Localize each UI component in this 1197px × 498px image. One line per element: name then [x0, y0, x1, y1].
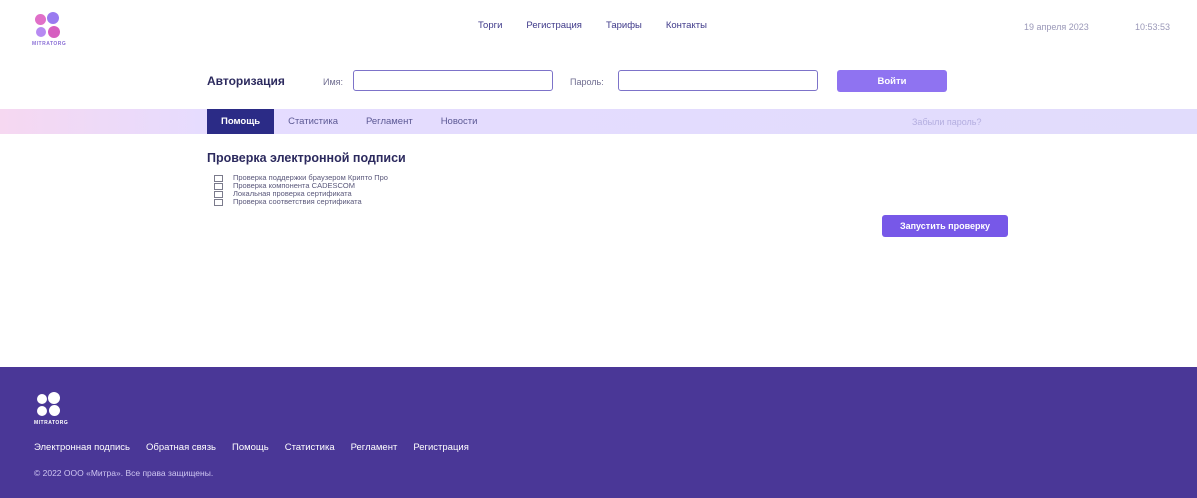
checkbox-cadescom[interactable] — [214, 182, 223, 190]
footer: MITRATORG Электронная подпись Обратная с… — [0, 367, 1197, 498]
name-label: Имя: — [323, 77, 344, 87]
auth-title: Авторизация — [207, 74, 285, 88]
auth-bar: Авторизация Имя: Пароль: Войти — [0, 68, 1197, 98]
nav-item-tariffs[interactable]: Тарифы — [606, 20, 642, 31]
menu-tabs: Помощь Статистика Регламент Новости — [207, 109, 491, 134]
page-title: Проверка электронной подписи — [207, 151, 406, 165]
footer-link-help[interactable]: Помощь — [232, 442, 269, 453]
run-check-button[interactable]: Запустить проверку — [882, 215, 1008, 237]
logo-mark-icon — [35, 14, 46, 25]
footer-logo-mark-icon — [37, 394, 47, 404]
nav-item-contacts[interactable]: Контакты — [666, 20, 707, 31]
footer-link-regulations[interactable]: Регламент — [351, 442, 398, 453]
password-label: Пароль: — [570, 77, 604, 87]
header: MITRATORG Торги Регистрация Тарифы Конта… — [0, 0, 1197, 58]
footer-link-e-signature[interactable]: Электронная подпись — [34, 442, 130, 453]
password-input[interactable] — [618, 70, 818, 91]
name-input[interactable] — [353, 70, 553, 91]
footer-link-feedback[interactable]: Обратная связь — [146, 442, 216, 453]
copyright: © 2022 ООО «Митра». Все права защищены. — [34, 468, 214, 478]
footer-link-statistics[interactable]: Статистика — [285, 442, 335, 453]
tab-help[interactable]: Помощь — [207, 109, 275, 134]
logo[interactable]: MITRATORG — [32, 12, 72, 48]
menu-bar: Помощь Статистика Регламент Новости Забы… — [0, 109, 1197, 134]
footer-logo[interactable]: MITRATORG — [34, 392, 70, 426]
tab-news[interactable]: Новости — [427, 109, 492, 134]
tab-regulations[interactable]: Регламент — [352, 109, 427, 134]
check-label: Проверка соответствия сертификата — [233, 197, 362, 206]
tab-statistics[interactable]: Статистика — [274, 109, 352, 134]
login-button[interactable]: Войти — [837, 70, 947, 92]
checkbox-local-certificate[interactable] — [214, 190, 223, 198]
nav-item-torgi[interactable]: Торги — [478, 20, 502, 31]
footer-links: Электронная подпись Обратная связь Помощ… — [34, 442, 469, 453]
checkbox-certificate-compliance[interactable] — [214, 198, 223, 206]
current-date: 19 апреля 2023 — [1024, 22, 1089, 32]
top-nav: Торги Регистрация Тарифы Контакты — [478, 20, 707, 31]
nav-item-registration[interactable]: Регистрация — [526, 20, 582, 31]
forgot-password-link[interactable]: Забыли пароль? — [912, 117, 981, 127]
current-time: 10:53:53 — [1135, 22, 1171, 32]
footer-link-registration[interactable]: Регистрация — [413, 442, 469, 453]
logo-text: MITRATORG — [32, 41, 67, 47]
checkbox-browser-support[interactable] — [214, 174, 223, 182]
list-item: Проверка соответствия сертификата — [214, 198, 388, 206]
footer-logo-text: MITRATORG — [34, 420, 69, 426]
check-list: Проверка поддержки браузером Крипто Про … — [214, 174, 388, 206]
